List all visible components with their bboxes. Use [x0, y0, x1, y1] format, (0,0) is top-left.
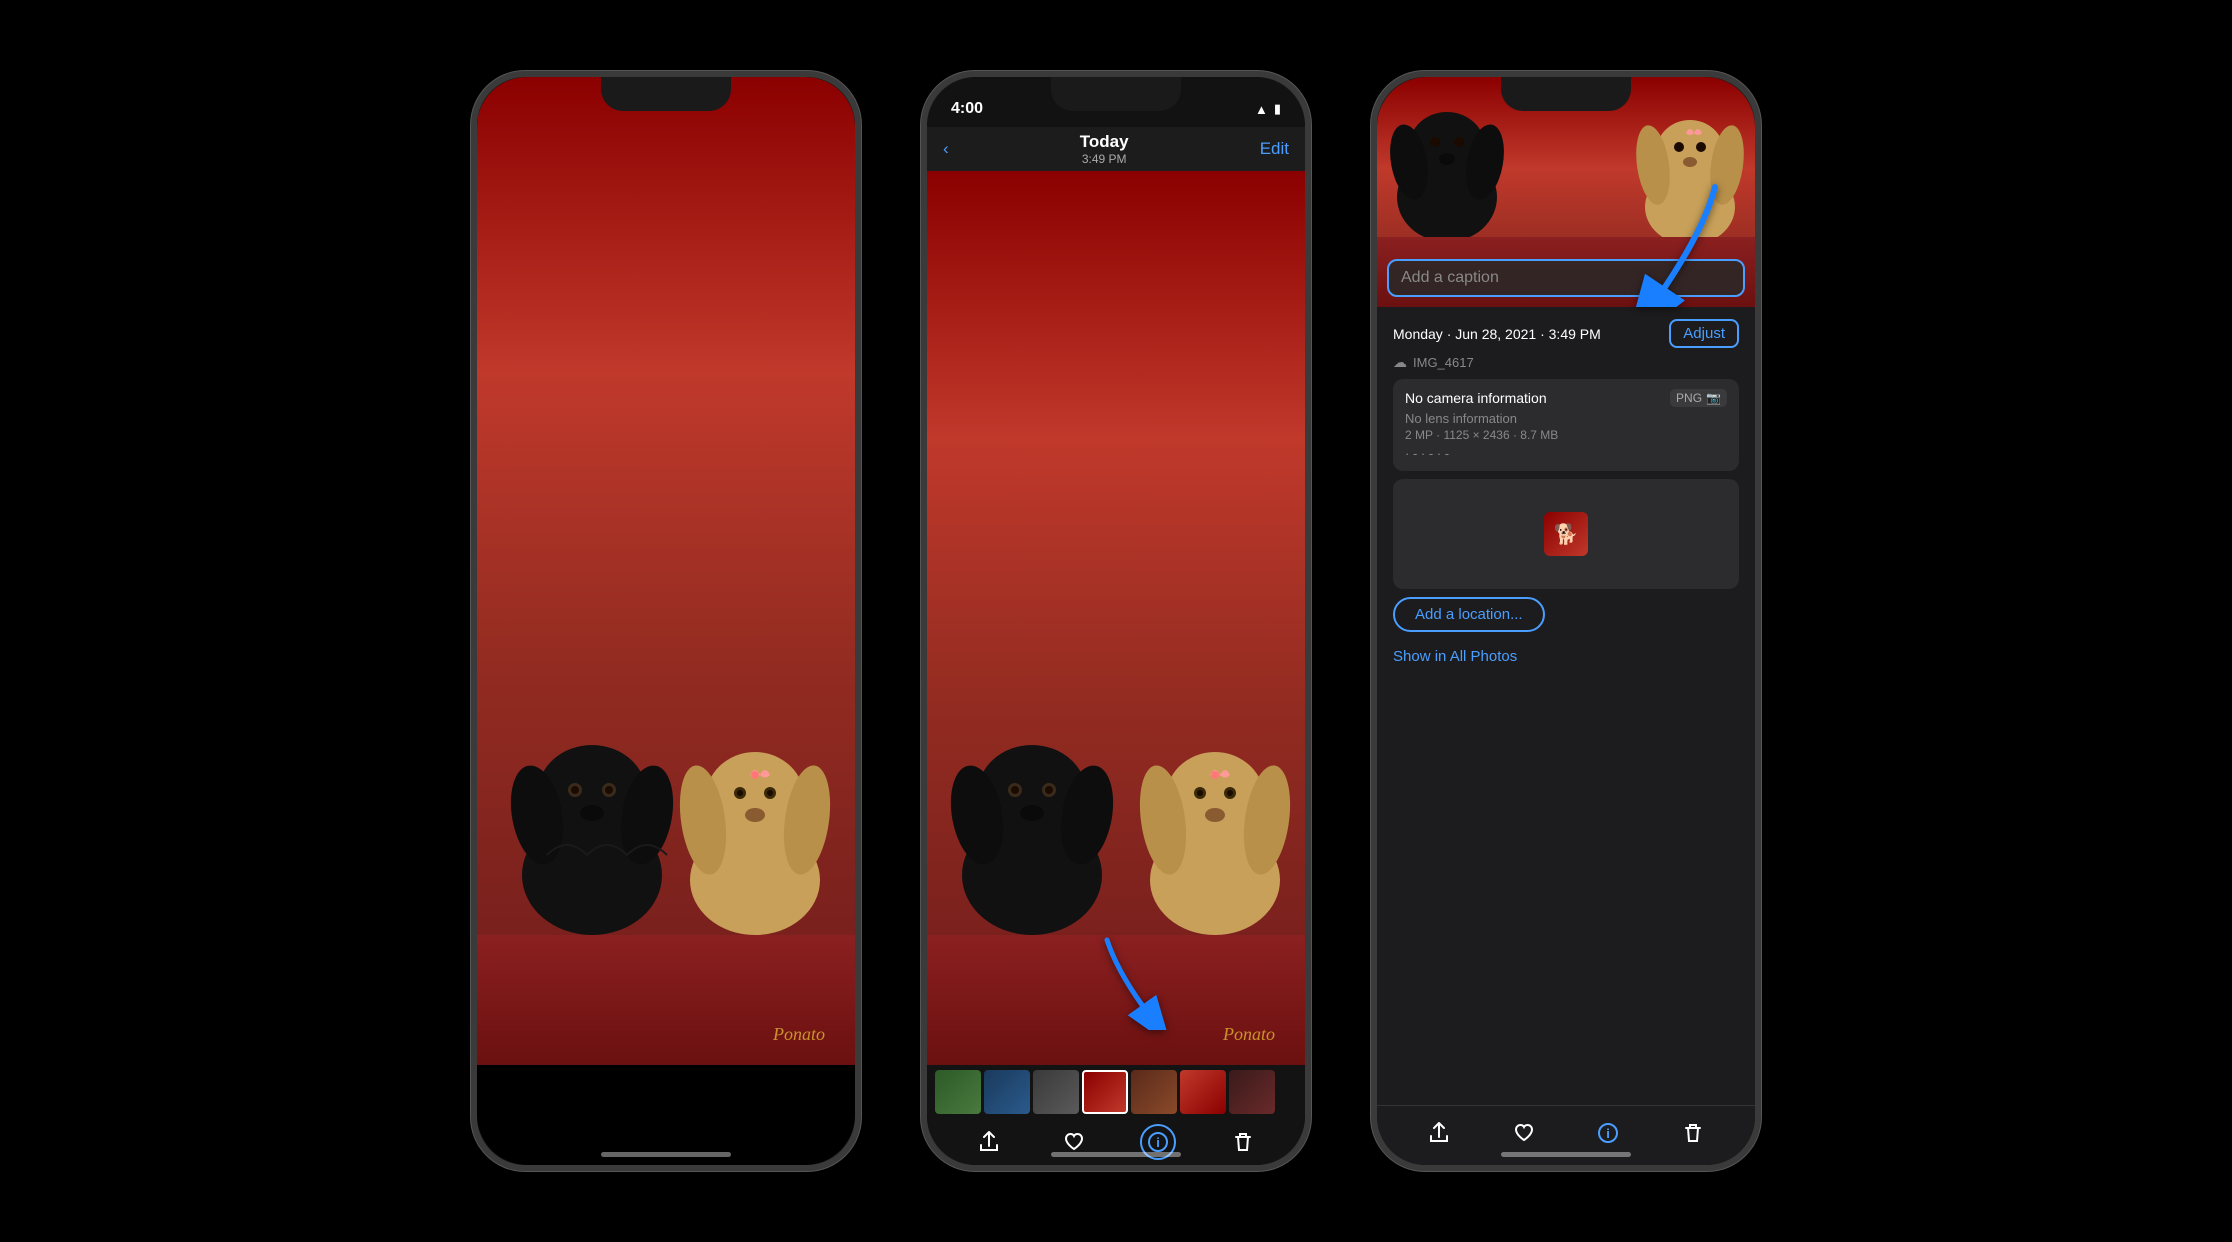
png-label: PNG [1676, 391, 1702, 405]
camera-info-card: No camera information PNG 📷 No lens info… [1393, 379, 1739, 471]
phone-1-screen: Ponato [477, 77, 855, 1165]
photo-area-2: Ponato [927, 171, 1305, 1065]
camera-icon: 📷 [1706, 391, 1721, 405]
map-thumbnail: 🐕 [1544, 512, 1588, 556]
signature-1: Ponato [773, 1024, 825, 1045]
home-indicator-1[interactable] [601, 1152, 731, 1157]
battery-icon: ▮ [1274, 101, 1281, 117]
status-bar-2: 4:00 ▲ ▮ [927, 77, 1305, 127]
show-all-photos-link[interactable]: Show in All Photos [1393, 648, 1739, 665]
nav-bar-2: ‹ Today 3:49 PM Edit [927, 127, 1305, 171]
edit-button-2[interactable]: Edit [1260, 139, 1289, 159]
photo-background-2: Ponato [927, 171, 1305, 1065]
share-button-3[interactable] [1428, 1122, 1450, 1150]
thumbnail-4-active[interactable] [1082, 1070, 1128, 1114]
back-button-2[interactable]: ‹ [943, 139, 949, 159]
svg-text:i: i [1606, 1126, 1610, 1141]
action-bar-2: i [927, 1119, 1305, 1165]
info-content: Monday · Jun 28, 2021 · 3:49 PM Adjust ☁… [1377, 307, 1755, 1105]
map-dog-icon: 🐕 [1554, 522, 1579, 547]
photo-background-1: Ponato [477, 77, 855, 1065]
phone-3: Add a caption Monday · Jun 28 [1371, 71, 1761, 1171]
dog-black-1 [507, 695, 677, 945]
camera-info-row: No camera information PNG 📷 [1405, 389, 1727, 407]
bottom-toolbar-2: i [927, 1065, 1305, 1165]
info-button-3[interactable]: i [1597, 1122, 1619, 1150]
delete-button-3[interactable] [1682, 1122, 1704, 1150]
wifi-icon: ▲ [1255, 102, 1268, 117]
thumbnail-2[interactable] [984, 1070, 1030, 1114]
dog-black-2 [947, 695, 1117, 945]
thumbnail-6[interactable] [1180, 1070, 1226, 1114]
thumbnail-strip-2 [927, 1065, 1305, 1119]
info-filename: IMG_4617 [1413, 355, 1474, 370]
cloud-icon: ☁ [1393, 354, 1407, 371]
phone-2: 4:00 ▲ ▮ ‹ Today 3:49 PM Edit [921, 71, 1311, 1171]
home-indicator-3[interactable] [1501, 1152, 1631, 1157]
add-location-button[interactable]: Add a location... [1393, 597, 1545, 632]
drape-2 [927, 935, 1305, 1065]
share-button-2[interactable] [971, 1124, 1007, 1160]
info-date: Monday · Jun 28, 2021 · 3:49 PM [1393, 326, 1601, 342]
add-location-wrapper: Add a location... [1393, 597, 1739, 640]
info-photo: Add a caption [1377, 77, 1755, 307]
caption-placeholder: Add a caption [1401, 269, 1499, 286]
phone-1: Ponato [471, 71, 861, 1171]
photo-specs: 2 MP · 1125 × 2436 · 8.7 MB [1405, 428, 1727, 442]
png-badge: PNG 📷 [1670, 389, 1727, 407]
status-time-2: 4:00 [951, 100, 983, 118]
info-filename-row: ☁ IMG_4617 [1393, 354, 1739, 371]
date-adjust-row: Monday · Jun 28, 2021 · 3:49 PM Adjust [1393, 319, 1739, 348]
svg-text:i: i [1156, 1135, 1160, 1150]
dashes: · - · - · - [1405, 446, 1727, 461]
nav-title-2: Today [1080, 132, 1129, 152]
signature-2: Ponato [1223, 1024, 1275, 1045]
thumbnail-7[interactable] [1229, 1070, 1275, 1114]
dog-black-3 [1387, 77, 1507, 247]
delete-button-2[interactable] [1225, 1124, 1261, 1160]
thumbnail-5[interactable] [1131, 1070, 1177, 1114]
info-panel: Add a caption Monday · Jun 28 [1377, 77, 1755, 1165]
caption-field[interactable]: Add a caption [1387, 259, 1745, 297]
map-area: 🐕 [1393, 479, 1739, 589]
phone-3-screen: Add a caption Monday · Jun 28 [1377, 77, 1755, 1165]
dog-blonde-3 [1635, 87, 1745, 247]
thumbnail-3[interactable] [1033, 1070, 1079, 1114]
adjust-button[interactable]: Adjust [1669, 319, 1739, 348]
nav-title-block-2: Today 3:49 PM [1080, 132, 1129, 166]
photo-area-1: Ponato [477, 77, 855, 1065]
favorite-button-3[interactable] [1513, 1122, 1535, 1150]
lens-info: No lens information [1405, 411, 1727, 426]
dog-blonde-2 [1135, 705, 1295, 945]
drape-1 [477, 935, 855, 1065]
thumbnail-1[interactable] [935, 1070, 981, 1114]
nav-subtitle-2: 3:49 PM [1080, 152, 1129, 166]
dog-blonde-1 [675, 705, 835, 945]
status-icons-2: ▲ ▮ [1255, 101, 1281, 117]
phone-2-screen: 4:00 ▲ ▮ ‹ Today 3:49 PM Edit [927, 77, 1305, 1165]
camera-info-text: No camera information [1405, 390, 1547, 406]
home-indicator-2[interactable] [1051, 1152, 1181, 1157]
